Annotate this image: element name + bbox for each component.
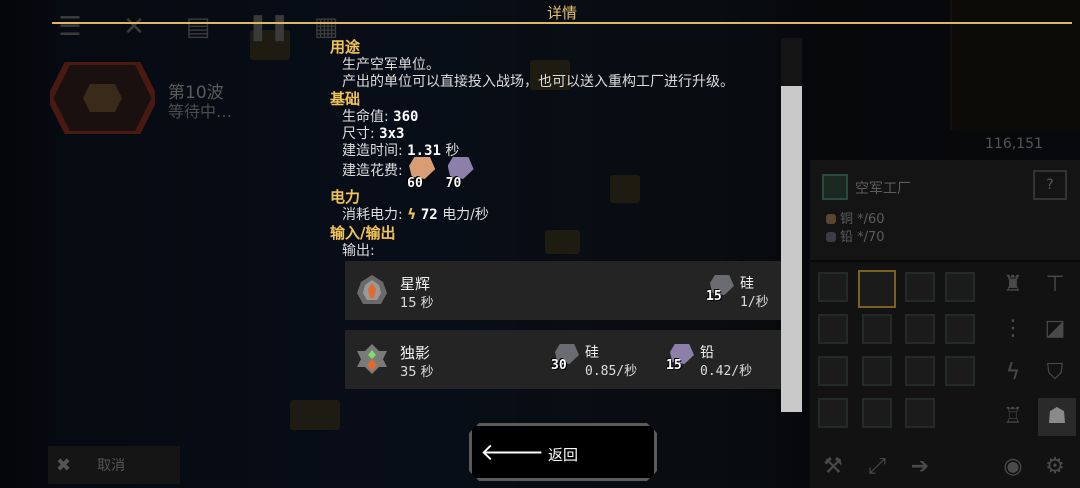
unit-output-row: 星辉 15 秒 15 硅 1/秒 bbox=[345, 261, 781, 320]
copper-cost: 60 bbox=[407, 157, 437, 191]
block-slot[interactable] bbox=[905, 356, 935, 386]
block-slot[interactable] bbox=[862, 398, 892, 428]
block-slot[interactable] bbox=[862, 314, 892, 344]
build-cost-stat: 建造花费: 60 70 bbox=[342, 157, 480, 191]
unit-build-time: 35 秒 bbox=[400, 365, 434, 380]
distribution-category-icon[interactable]: ⋮ bbox=[998, 314, 1028, 344]
expand-icon[interactable]: ⤢ bbox=[862, 452, 892, 482]
block-req-lead: 铅 */70 bbox=[826, 226, 885, 245]
block-slot[interactable] bbox=[905, 398, 935, 428]
coords-readout: 116,151 bbox=[985, 136, 1043, 152]
unit-build-time: 15 秒 bbox=[400, 296, 434, 311]
crafting-category-icon[interactable]: ♖ bbox=[998, 402, 1028, 432]
back-button[interactable]: 🡐 返回 bbox=[469, 423, 657, 481]
wave-hex-icon bbox=[50, 62, 155, 134]
block-slot[interactable] bbox=[945, 356, 975, 386]
block-selection-grid bbox=[810, 262, 990, 452]
block-req-copper: 铜 */60 bbox=[826, 208, 885, 227]
lightning-icon: ϟ bbox=[407, 207, 417, 223]
usage-line: 产出的单位可以直接投入战场，也可以送入重构工厂进行升级。 bbox=[342, 74, 734, 90]
units-category-icon[interactable]: ☗ bbox=[1038, 398, 1076, 436]
block-slot[interactable] bbox=[818, 272, 848, 302]
scrollbar-thumb[interactable] bbox=[781, 86, 802, 412]
wave-status: 等待中… bbox=[168, 102, 233, 121]
power-use-stat: 消耗电力: ϟ 72 电力/秒 bbox=[342, 207, 489, 223]
core-icon[interactable]: ◉ bbox=[998, 452, 1028, 482]
cancel-button[interactable]: ✖ 取消 bbox=[48, 446, 180, 484]
power-category-icon[interactable]: ϟ bbox=[998, 358, 1028, 388]
air-factory-icon bbox=[822, 174, 848, 200]
block-slot[interactable] bbox=[818, 356, 848, 386]
turret-category-icon[interactable]: ♜ bbox=[998, 270, 1028, 300]
arrow-right-icon[interactable]: ➔ bbox=[905, 452, 935, 482]
block-slot[interactable] bbox=[905, 314, 935, 344]
wave-indicator[interactable]: 第10波 等待中… bbox=[50, 62, 320, 134]
defense-category-icon[interactable]: ⛉ bbox=[1040, 358, 1070, 388]
dialog-title: 详情 bbox=[546, 4, 577, 22]
block-slot[interactable] bbox=[945, 314, 975, 344]
hammer-icon[interactable]: ⚒ bbox=[818, 452, 848, 482]
liquid-category-icon[interactable]: ◪ bbox=[1040, 314, 1070, 344]
block-slot[interactable] bbox=[905, 272, 935, 302]
dialog-title-bar: 详情 bbox=[52, 0, 1072, 24]
help-button[interactable]: ? bbox=[1033, 170, 1067, 200]
scrollbar[interactable] bbox=[781, 38, 802, 412]
detail-content[interactable]: 用途 生产空军单位。 产出的单位可以直接投入战场，也可以送入重构工厂进行升级。 … bbox=[330, 34, 800, 414]
bottom-toolbar: ⚒ ⤢ ➔ ◉ ⚙ bbox=[810, 448, 1080, 488]
block-title: 空军工厂 bbox=[855, 181, 911, 197]
block-info-panel: 空军工厂 ? 铜 */60 铅 */70 bbox=[810, 160, 1080, 260]
category-column: ♜ ⊤ ⋮ ◪ ϟ ⛉ ♖ ☗ bbox=[990, 262, 1080, 452]
output-label: 输出: bbox=[342, 243, 375, 259]
block-slot[interactable] bbox=[862, 356, 892, 386]
block-slot[interactable] bbox=[945, 272, 975, 302]
unit-name: 星辉 bbox=[400, 275, 431, 293]
close-icon: ✖ bbox=[56, 454, 72, 476]
block-slot[interactable] bbox=[818, 398, 848, 428]
block-slot[interactable] bbox=[818, 314, 848, 344]
lead-cost: 70 bbox=[446, 157, 476, 191]
unit-output-row: 独影 35 秒 30 硅 0.85/秒 15 铅 0.42/秒 bbox=[345, 330, 781, 389]
mono-unit-icon bbox=[357, 344, 387, 374]
block-slot-selected[interactable] bbox=[858, 270, 896, 308]
back-button-label: 返回 bbox=[547, 446, 578, 464]
flare-unit-icon bbox=[357, 275, 387, 304]
production-category-icon[interactable]: ⊤ bbox=[1040, 270, 1070, 300]
unit-name: 独影 bbox=[400, 344, 431, 362]
settings-icon[interactable]: ⚙ bbox=[1040, 452, 1070, 482]
